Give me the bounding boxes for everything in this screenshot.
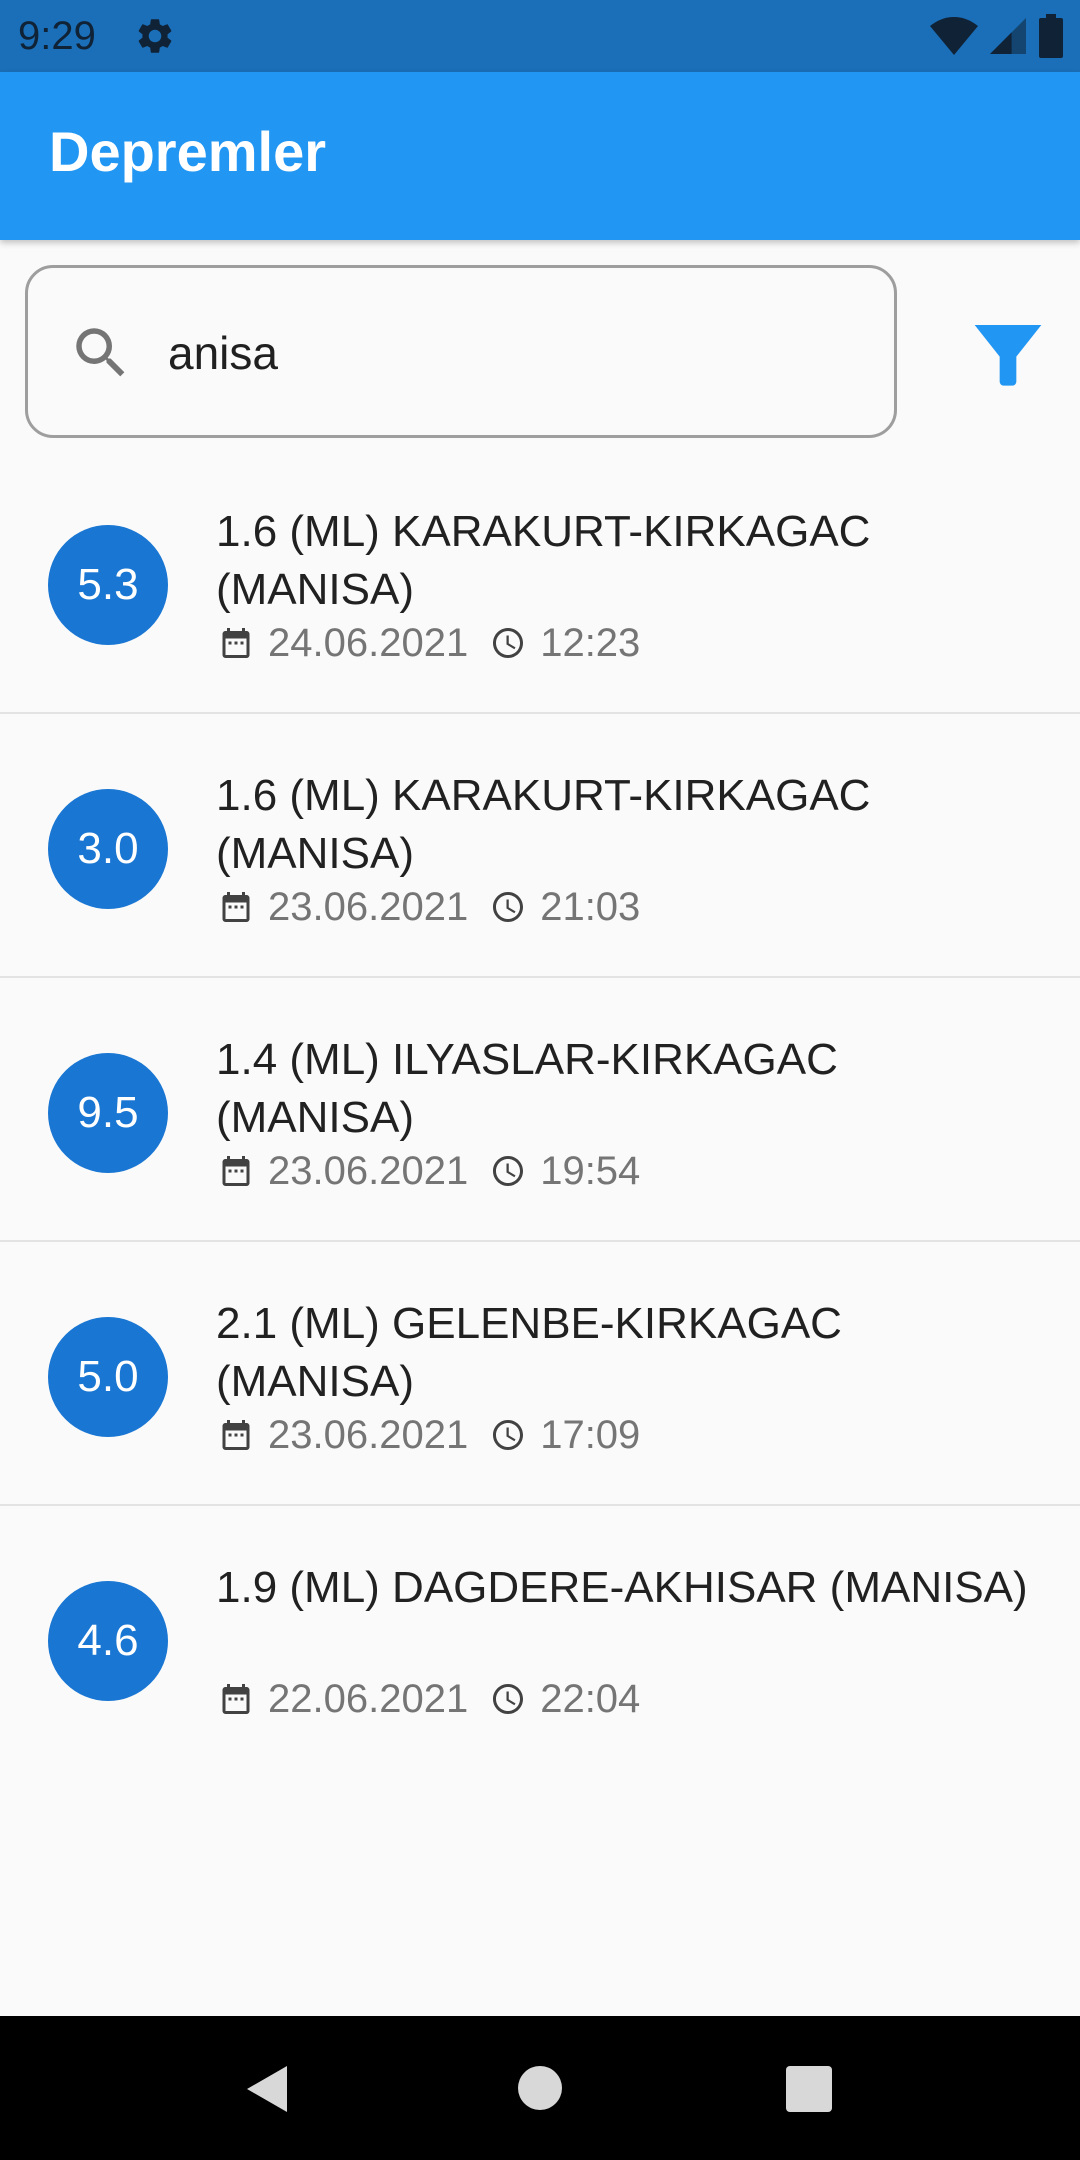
app-bar: Depremler — [0, 72, 1080, 240]
home-icon[interactable] — [518, 2066, 562, 2110]
list-item[interactable]: 5.0 2.1 (ML) GELENBE-KIRKAGAC (MANISA) 2… — [0, 1242, 1080, 1506]
app-screen: 9:29 Depremler anisa 5.3 1.6 (ML) KARAKU… — [0, 0, 1080, 2160]
clock-icon — [493, 1684, 524, 1714]
earthquake-title: 2.1 (ML) GELENBE-KIRKAGAC (MANISA) — [216, 1299, 842, 1406]
list-item[interactable]: 3.0 1.6 (ML) KARAKURT-KIRKAGAC (MANISA) … — [0, 714, 1080, 978]
earthquake-title: 1.9 (ML) DAGDERE-AKHISAR (MANISA) — [216, 1563, 1028, 1612]
filter-icon[interactable] — [968, 315, 1048, 395]
earthquake-time: 21:03 — [540, 884, 641, 929]
wifi-icon — [930, 17, 978, 55]
search-field[interactable] — [25, 265, 897, 438]
earthquake-time: 22:04 — [540, 1676, 641, 1721]
magnitude-badge: 9.5 — [48, 1053, 168, 1173]
earthquake-list: 5.3 1.6 (ML) KARAKURT-KIRKAGAC (MANISA) … — [0, 450, 1080, 1770]
earthquake-time: 17:09 — [540, 1412, 641, 1457]
search-icon — [76, 328, 125, 377]
magnitude-badge: 5.3 — [48, 525, 168, 645]
earthquake-date: 23.06.2021 — [268, 1148, 469, 1193]
earthquake-meta: 24.06.2021 12:23 — [218, 618, 640, 668]
status-bar: 9:29 — [0, 0, 1080, 72]
earthquake-time: 12:23 — [540, 620, 641, 665]
battery-icon — [1039, 14, 1063, 58]
settings-icon — [138, 19, 172, 53]
earthquake-meta: 23.06.2021 21:03 — [218, 882, 640, 932]
recents-icon[interactable] — [786, 2066, 832, 2112]
calendar-icon — [222, 628, 250, 658]
status-time: 9:29 — [18, 14, 96, 58]
list-item[interactable]: 4.6 1.9 (ML) DAGDERE-AKHISAR (MANISA) 22… — [0, 1506, 1080, 1770]
magnitude-badge: 5.0 — [48, 1317, 168, 1437]
status-icons — [930, 14, 1064, 58]
list-item[interactable]: 5.3 1.6 (ML) KARAKURT-KIRKAGAC (MANISA) … — [0, 450, 1080, 714]
calendar-icon — [222, 1156, 250, 1186]
magnitude-badge: 3.0 — [48, 789, 168, 909]
earthquake-meta: 22.06.2021 22:04 — [218, 1674, 640, 1724]
calendar-icon — [222, 1684, 250, 1714]
earthquake-time: 19:54 — [540, 1148, 641, 1193]
clock-icon — [493, 1156, 524, 1186]
earthquake-date: 24.06.2021 — [268, 620, 469, 665]
earthquake-title: 1.4 (ML) ILYASLAR-KIRKAGAC (MANISA) — [216, 1035, 838, 1142]
calendar-icon — [222, 1420, 250, 1450]
earthquake-title: 1.6 (ML) KARAKURT-KIRKAGAC (MANISA) — [216, 507, 871, 614]
earthquake-date: 23.06.2021 — [268, 884, 469, 929]
cellular-signal-icon — [990, 18, 1026, 54]
clock-icon — [493, 892, 524, 922]
page-title: Depremler — [49, 120, 327, 183]
earthquake-date: 23.06.2021 — [268, 1412, 469, 1457]
back-icon[interactable] — [243, 2064, 291, 2114]
earthquake-title: 1.6 (ML) KARAKURT-KIRKAGAC (MANISA) — [216, 771, 871, 878]
search-input[interactable] — [168, 308, 868, 398]
clock-icon — [493, 628, 524, 658]
earthquake-meta: 23.06.2021 17:09 — [218, 1410, 640, 1460]
calendar-icon — [222, 892, 250, 922]
list-item[interactable]: 9.5 1.4 (ML) ILYASLAR-KIRKAGAC (MANISA) … — [0, 978, 1080, 1242]
navigation-bar — [0, 2016, 1080, 2160]
earthquake-meta: 23.06.2021 19:54 — [218, 1146, 640, 1196]
clock-icon — [493, 1420, 524, 1450]
magnitude-badge: 4.6 — [48, 1581, 168, 1701]
earthquake-date: 22.06.2021 — [268, 1676, 469, 1721]
